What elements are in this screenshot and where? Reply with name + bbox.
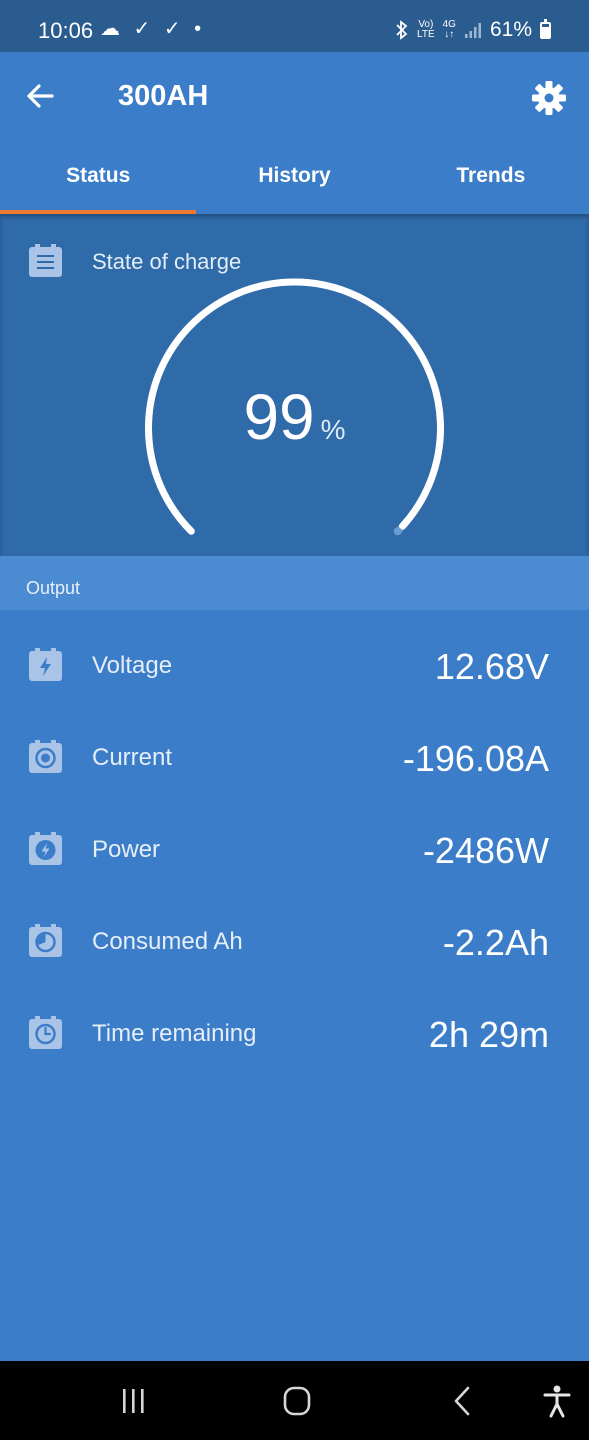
volte-indicator: Vo) LTE xyxy=(417,19,435,40)
row-value: 12.68V xyxy=(434,646,549,687)
current-icon xyxy=(29,740,62,773)
bolt-icon xyxy=(29,648,62,681)
tab-history[interactable]: History xyxy=(196,148,392,214)
row-value: -2486W xyxy=(422,830,549,871)
row-label: Voltage xyxy=(92,652,173,679)
tab-trends[interactable]: Trends xyxy=(393,148,589,214)
soc-readout: 99% xyxy=(0,380,589,454)
state-of-charge-panel: State of charge 99% xyxy=(0,214,589,556)
status-icons: Vo) LTE 4G ↓↑ 61% xyxy=(395,18,551,42)
list-item-time-remaining: Time remaining 2h 29m xyxy=(0,980,589,1072)
list-item-consumed-ah: Consumed Ah -2.2Ah xyxy=(0,888,589,980)
back-arrow-icon[interactable] xyxy=(22,78,58,114)
list-item-current: Current -196.08A xyxy=(0,704,589,796)
page-title: 300AH xyxy=(118,80,209,112)
system-status-bar: 10:06 ☁ ✓ ✓ • Vo) LTE 4G ↓↑ 61% xyxy=(0,0,589,52)
gauge-end-dot xyxy=(393,527,402,536)
row-value: -2.2Ah xyxy=(442,922,549,963)
signal-icon xyxy=(464,23,481,38)
app-bar: 300AH Status History Trends xyxy=(0,52,589,214)
battery-percent: 61% xyxy=(489,18,532,41)
battery-icon xyxy=(540,18,551,39)
consumed-icon xyxy=(29,924,62,957)
row-value: 2h 29m xyxy=(428,1014,549,1055)
notification-icons: ☁ ✓ ✓ • xyxy=(100,18,206,40)
clock-time: 10:06 xyxy=(38,18,94,43)
power-icon xyxy=(29,832,62,865)
soc-value: 99 xyxy=(243,381,315,453)
output-section-header: Output xyxy=(0,556,589,610)
back-chevron-icon[interactable] xyxy=(443,1383,483,1419)
output-section-label: Output xyxy=(26,578,81,598)
row-label: Consumed Ah xyxy=(92,928,243,955)
soc-unit: % xyxy=(320,414,346,445)
clock-icon xyxy=(29,1016,62,1049)
home-icon[interactable] xyxy=(277,1383,317,1419)
recents-icon[interactable] xyxy=(113,1383,153,1419)
accessibility-icon[interactable] xyxy=(537,1383,577,1419)
row-label: Current xyxy=(92,744,173,771)
list-item-power: Power -2486W xyxy=(0,796,589,888)
system-nav-bar xyxy=(0,1361,589,1440)
row-label: Time remaining xyxy=(92,1020,257,1047)
tab-bar: Status History Trends xyxy=(0,148,589,214)
gear-icon[interactable] xyxy=(529,78,569,118)
tab-status[interactable]: Status xyxy=(0,148,197,214)
row-value: -196.08A xyxy=(402,738,549,779)
row-label: Power xyxy=(92,836,161,863)
network-indicator: 4G ↓↑ xyxy=(442,19,456,40)
list-item-voltage: Voltage 12.68V xyxy=(0,612,589,704)
bluetooth-icon xyxy=(396,20,408,40)
